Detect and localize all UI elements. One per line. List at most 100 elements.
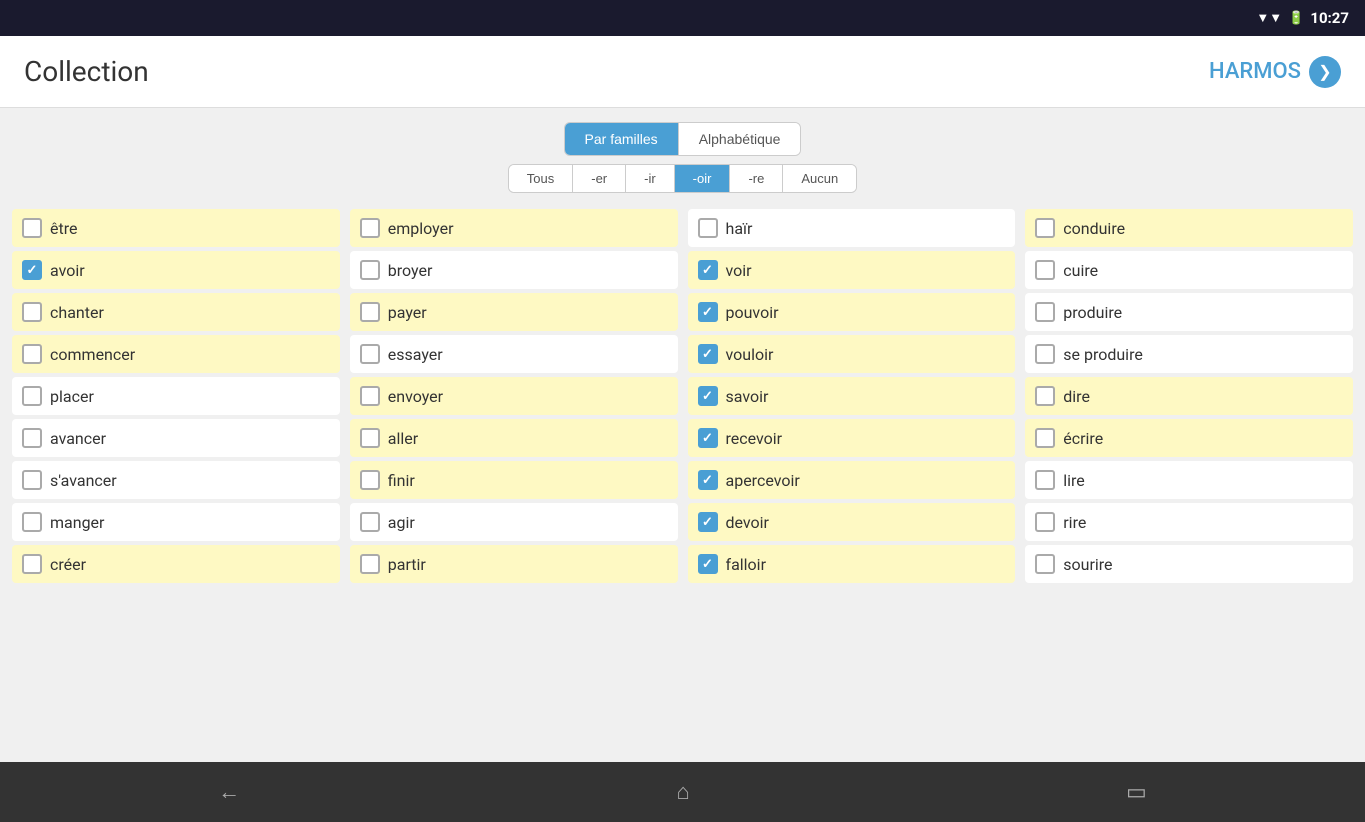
list-item[interactable]: vouloir [688, 335, 1016, 373]
checkbox[interactable] [22, 554, 42, 574]
verb-label: envoyer [388, 387, 443, 406]
checkbox[interactable] [698, 218, 718, 238]
checkbox[interactable] [1035, 218, 1055, 238]
list-item[interactable]: créer [12, 545, 340, 583]
verb-label: s'avancer [50, 471, 117, 490]
content-area: être avoir chanter commencer placer avancer s'… [0, 201, 1365, 762]
list-item[interactable]: broyer [350, 251, 678, 289]
verb-label: sourire [1063, 555, 1112, 574]
subtab-tous[interactable]: Tous [509, 165, 573, 192]
checkbox[interactable] [360, 344, 380, 364]
list-item[interactable]: commencer [12, 335, 340, 373]
checkbox[interactable] [1035, 470, 1055, 490]
list-item[interactable]: falloir [688, 545, 1016, 583]
list-item[interactable]: payer [350, 293, 678, 331]
checkbox[interactable] [1035, 344, 1055, 364]
list-item[interactable]: produire [1025, 293, 1353, 331]
checkbox[interactable] [360, 260, 380, 280]
wifi-icon: ▼▼ [1256, 10, 1282, 26]
list-item[interactable]: dire [1025, 377, 1353, 415]
list-item[interactable]: savoir [688, 377, 1016, 415]
list-item[interactable]: cuire [1025, 251, 1353, 289]
checkbox[interactable] [22, 470, 42, 490]
checkbox[interactable] [360, 512, 380, 532]
list-item[interactable]: chanter [12, 293, 340, 331]
checkbox[interactable] [360, 218, 380, 238]
checkbox[interactable] [22, 512, 42, 532]
list-item[interactable]: haïr [688, 209, 1016, 247]
subtab-er[interactable]: -er [573, 165, 626, 192]
checkbox[interactable] [698, 260, 718, 280]
list-item[interactable]: envoyer [350, 377, 678, 415]
subtab-oir[interactable]: -oir [675, 165, 731, 192]
checkbox[interactable] [22, 344, 42, 364]
list-item[interactable]: conduire [1025, 209, 1353, 247]
list-item[interactable]: lire [1025, 461, 1353, 499]
list-item[interactable]: écrire [1025, 419, 1353, 457]
checkbox[interactable] [22, 218, 42, 238]
checkbox[interactable] [698, 302, 718, 322]
verb-label: devoir [726, 513, 769, 532]
tab-alphabetique[interactable]: Alphabétique [679, 123, 801, 155]
verb-label: cuire [1063, 261, 1098, 280]
checkbox[interactable] [360, 428, 380, 448]
list-item[interactable]: pouvoir [688, 293, 1016, 331]
list-item[interactable]: devoir [688, 503, 1016, 541]
checkbox[interactable] [22, 302, 42, 322]
list-item[interactable]: voir [688, 251, 1016, 289]
checkbox[interactable] [22, 386, 42, 406]
checkbox[interactable] [360, 554, 380, 574]
verb-label: vouloir [726, 345, 774, 364]
back-button[interactable]: ← [194, 771, 264, 813]
checkbox[interactable] [1035, 260, 1055, 280]
list-item[interactable]: agir [350, 503, 678, 541]
checkbox[interactable] [698, 344, 718, 364]
list-item[interactable]: recevoir [688, 419, 1016, 457]
list-item[interactable]: aller [350, 419, 678, 457]
list-item[interactable]: essayer [350, 335, 678, 373]
subtab-re[interactable]: -re [730, 165, 783, 192]
verb-label: produire [1063, 303, 1122, 322]
checkbox[interactable] [1035, 512, 1055, 532]
verb-column-2: employer broyer payer essayer envoyer aller fi… [350, 209, 678, 754]
filter-section: Par familles Alphabétique Tous -er -ir -… [0, 108, 1365, 201]
bottom-nav: ← ⌂ ▭ [0, 762, 1365, 822]
verb-label: savoir [726, 387, 769, 406]
checkbox[interactable] [1035, 554, 1055, 574]
list-item[interactable]: manger [12, 503, 340, 541]
harmos-button[interactable]: HARMOS ❯ [1209, 56, 1341, 88]
home-button[interactable]: ⌂ [652, 771, 713, 813]
list-item[interactable]: se produire [1025, 335, 1353, 373]
checkbox[interactable] [698, 386, 718, 406]
checkbox[interactable] [1035, 302, 1055, 322]
list-item[interactable]: avoir [12, 251, 340, 289]
list-item[interactable]: placer [12, 377, 340, 415]
tab-par-familles[interactable]: Par familles [565, 123, 679, 155]
checkbox[interactable] [1035, 386, 1055, 406]
checkbox[interactable] [698, 554, 718, 574]
list-item[interactable]: être [12, 209, 340, 247]
list-item[interactable]: partir [350, 545, 678, 583]
list-item[interactable]: avancer [12, 419, 340, 457]
checkbox[interactable] [698, 470, 718, 490]
list-item[interactable]: apercevoir [688, 461, 1016, 499]
checkbox[interactable] [1035, 428, 1055, 448]
verb-label: partir [388, 555, 426, 574]
subtab-ir[interactable]: -ir [626, 165, 675, 192]
checkbox[interactable] [698, 512, 718, 532]
checkbox[interactable] [22, 260, 42, 280]
subtab-aucun[interactable]: Aucun [783, 165, 856, 192]
verb-label: recevoir [726, 429, 783, 448]
list-item[interactable]: sourire [1025, 545, 1353, 583]
list-item[interactable]: finir [350, 461, 678, 499]
battery-icon: 🔋 [1288, 11, 1304, 26]
list-item[interactable]: s'avancer [12, 461, 340, 499]
recents-button[interactable]: ▭ [1102, 772, 1171, 813]
checkbox[interactable] [360, 470, 380, 490]
checkbox[interactable] [22, 428, 42, 448]
checkbox[interactable] [698, 428, 718, 448]
list-item[interactable]: rire [1025, 503, 1353, 541]
checkbox[interactable] [360, 302, 380, 322]
list-item[interactable]: employer [350, 209, 678, 247]
checkbox[interactable] [360, 386, 380, 406]
